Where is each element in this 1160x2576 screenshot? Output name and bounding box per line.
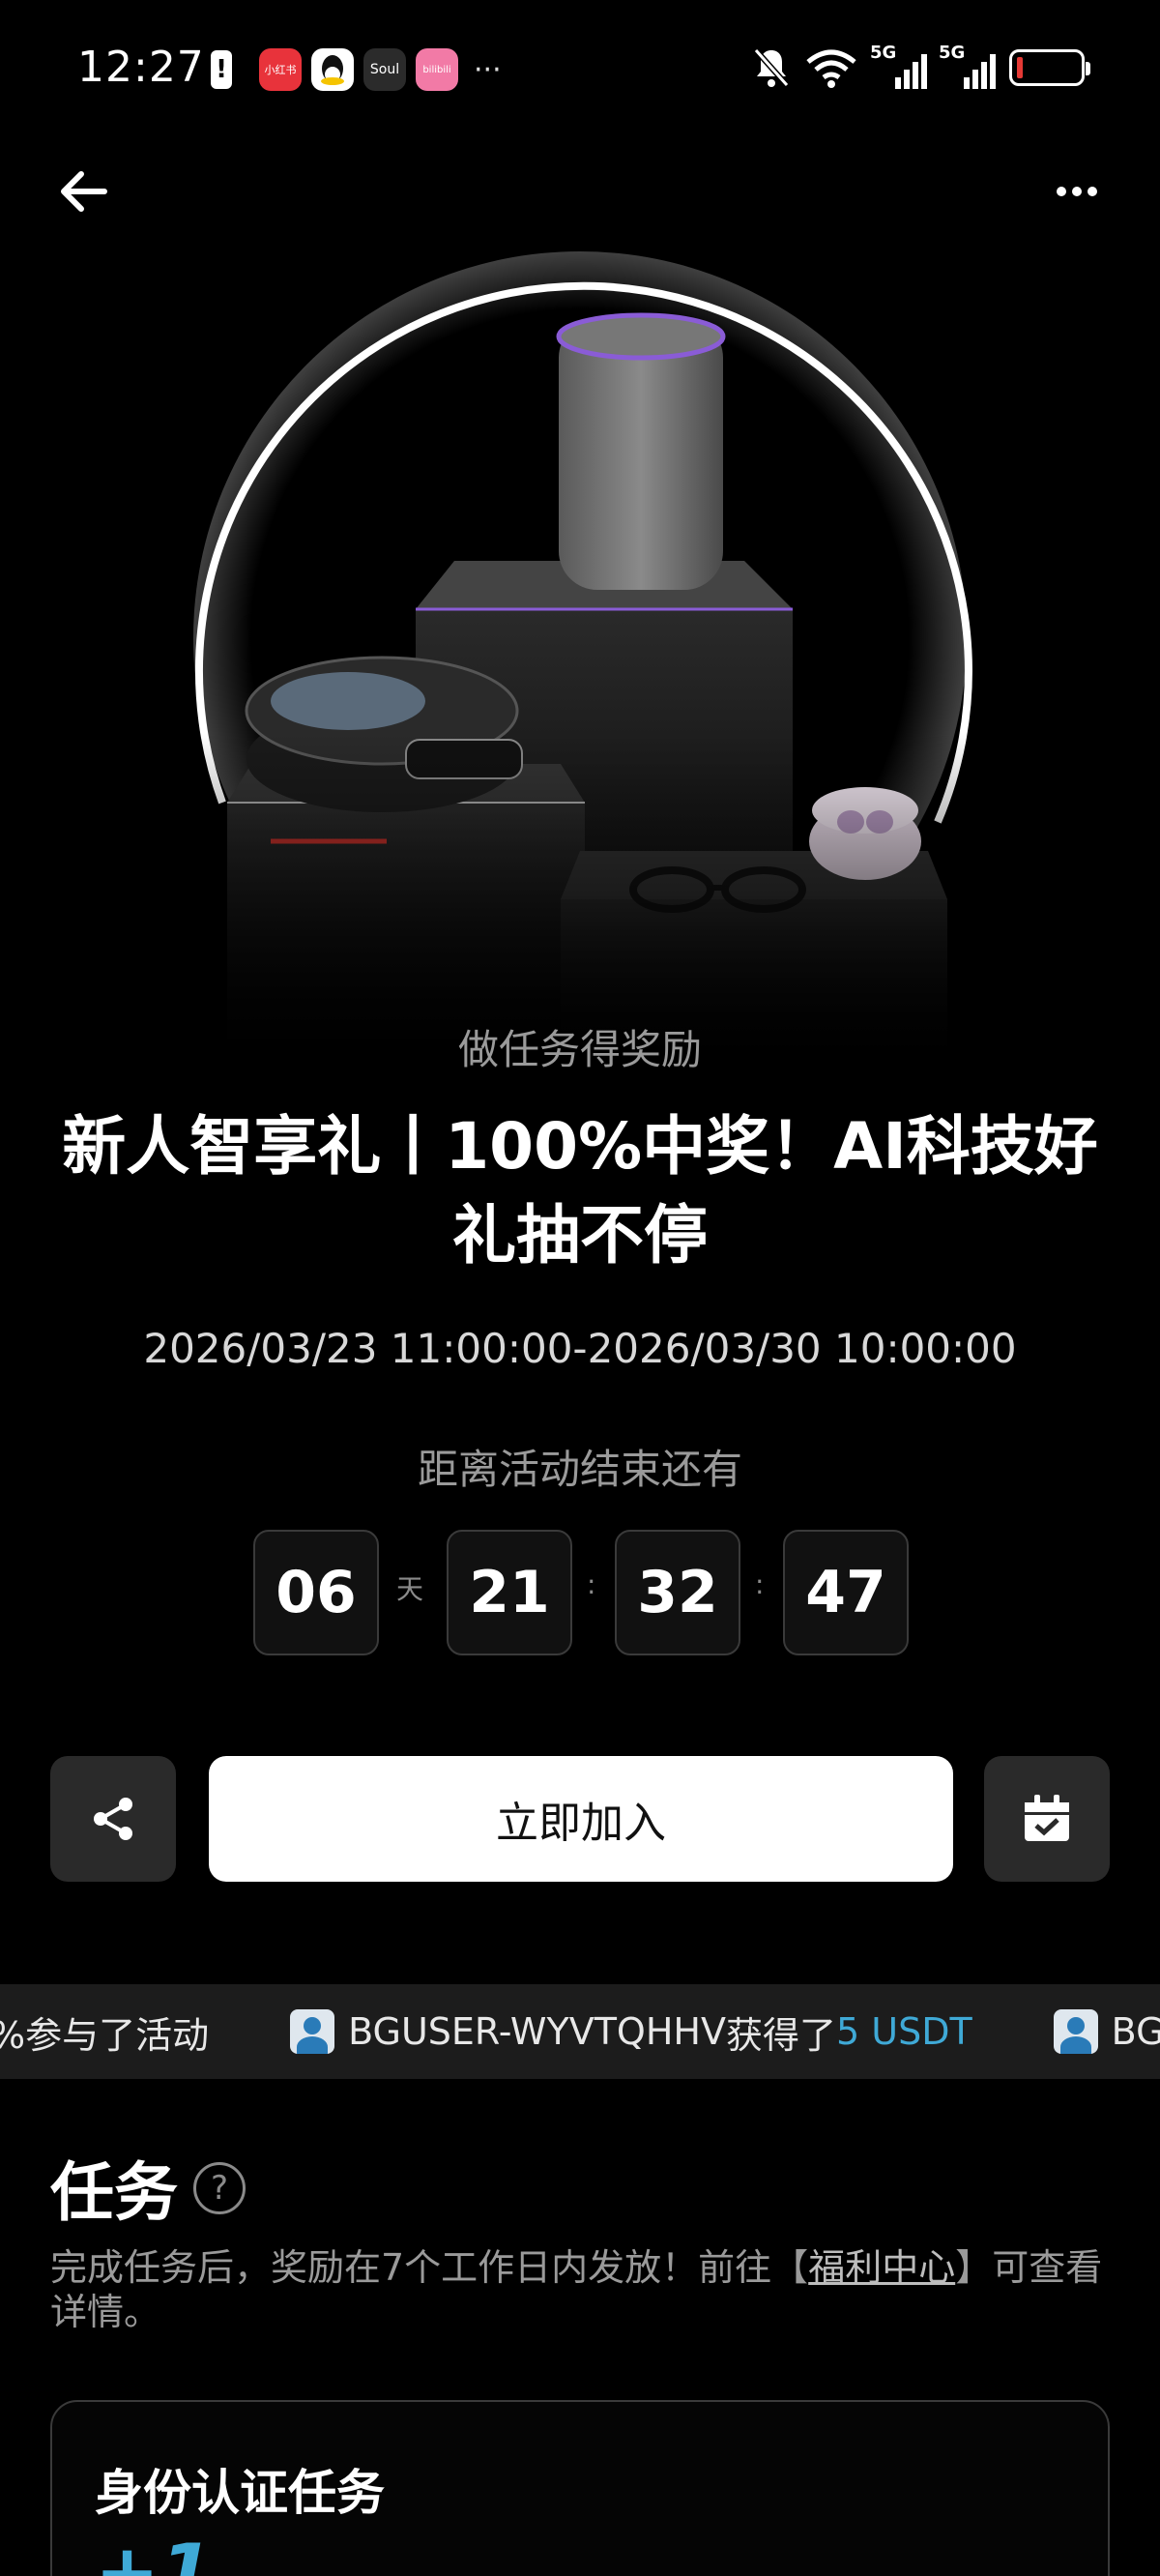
dot: [1057, 187, 1066, 196]
more-options-button[interactable]: [1048, 162, 1106, 220]
user-avatar-icon: [290, 2009, 335, 2054]
date-range: 2026/03/23 11:00:00-2026/03/30 10:00:00: [143, 1325, 1017, 1372]
winners-ticker: %参与了活动 BGUSER-WYVTQHHV 获得了 5 USDT BGUS: [0, 1984, 1160, 2079]
task-card[interactable]: 身份认证任务 +1: [50, 2400, 1110, 2576]
wifi-icon: [806, 49, 856, 88]
calendar-check-icon: [1025, 1795, 1069, 1841]
alert-icon: !: [211, 50, 232, 89]
ticker-item: BGUS: [1053, 2009, 1160, 2054]
arrow-left-icon: [61, 171, 107, 212]
task-description: 完成任务后，奖励在7个工作日内发放！前往【福利中心】可查看详情。: [50, 2245, 1114, 2334]
help-icon[interactable]: ?: [193, 2162, 246, 2214]
system-icons: 5G 5G: [752, 43, 1090, 89]
countdown-timer: 06 天 21 : 32 : 47: [0, 1530, 1160, 1655]
mute-bell-icon: [753, 48, 790, 87]
share-button[interactable]: [50, 1756, 176, 1882]
add-to-calendar-button[interactable]: [984, 1756, 1110, 1882]
task-card-reward: +1: [95, 2528, 214, 2576]
signal-icon-2: 5G: [939, 43, 996, 89]
share-icon: [94, 1798, 132, 1840]
day-unit-label: 天: [396, 1573, 424, 1605]
user-avatar-icon: [1053, 2009, 1098, 2054]
status-bar: 12:27 ! 小红书 Soul bilibili ··· 5G 5G: [0, 0, 1160, 145]
ticker-user: BGUSER-WYVTQHHV: [348, 2010, 726, 2053]
countdown-minutes: 32: [615, 1530, 740, 1655]
notification-icons: ! 小红书 Soul bilibili ···: [211, 48, 502, 91]
ticker-reward: 5 USDT: [836, 2010, 972, 2053]
dot: [1072, 187, 1082, 196]
back-button[interactable]: [54, 162, 112, 220]
countdown-days: 06: [253, 1530, 379, 1655]
time-separator: :: [755, 1568, 765, 1600]
hero-subtitle: 做任务得奖励: [457, 1026, 702, 1073]
battery-icon: [1009, 49, 1090, 86]
task-section-title: 任务: [50, 2155, 178, 2230]
ticker-text: 获得了: [725, 2013, 836, 2057]
bilibili-icon: bilibili: [416, 48, 458, 91]
page-title: 新人智享礼丨100%中奖！AI科技好礼抽不停: [62, 1109, 1098, 1273]
signal-icon-1: 5G: [870, 43, 927, 89]
qq-icon: [311, 48, 354, 91]
task-card-title: 身份认证任务: [95, 2465, 385, 2521]
countdown-seconds: 47: [783, 1530, 909, 1655]
ticker-item: BGUSER-WYVTQHHV 获得了 5 USDT: [290, 2005, 972, 2059]
dot: [1088, 187, 1097, 196]
task-desc-text: 完成任务后，奖励在7个工作日内发放！前往【: [50, 2246, 809, 2289]
join-now-button[interactable]: 立即加入: [209, 1756, 953, 1882]
countdown-label: 距离活动结束还有: [417, 1446, 742, 1493]
countdown-hours: 21: [447, 1530, 572, 1655]
ticker-text: %参与了活动: [0, 2013, 210, 2057]
ticker-item: %参与了活动: [0, 2005, 209, 2059]
more-notifications-icon: ···: [474, 52, 502, 87]
welfare-center-link[interactable]: 福利中心: [808, 2246, 955, 2289]
xiaohongshu-icon: 小红书: [259, 48, 302, 91]
time-separator: :: [587, 1568, 596, 1600]
soul-icon: Soul: [363, 48, 406, 91]
ticker-user: BGUS: [1111, 2010, 1160, 2053]
hero-image: [0, 222, 1160, 1073]
status-time: 12:27: [77, 43, 205, 92]
